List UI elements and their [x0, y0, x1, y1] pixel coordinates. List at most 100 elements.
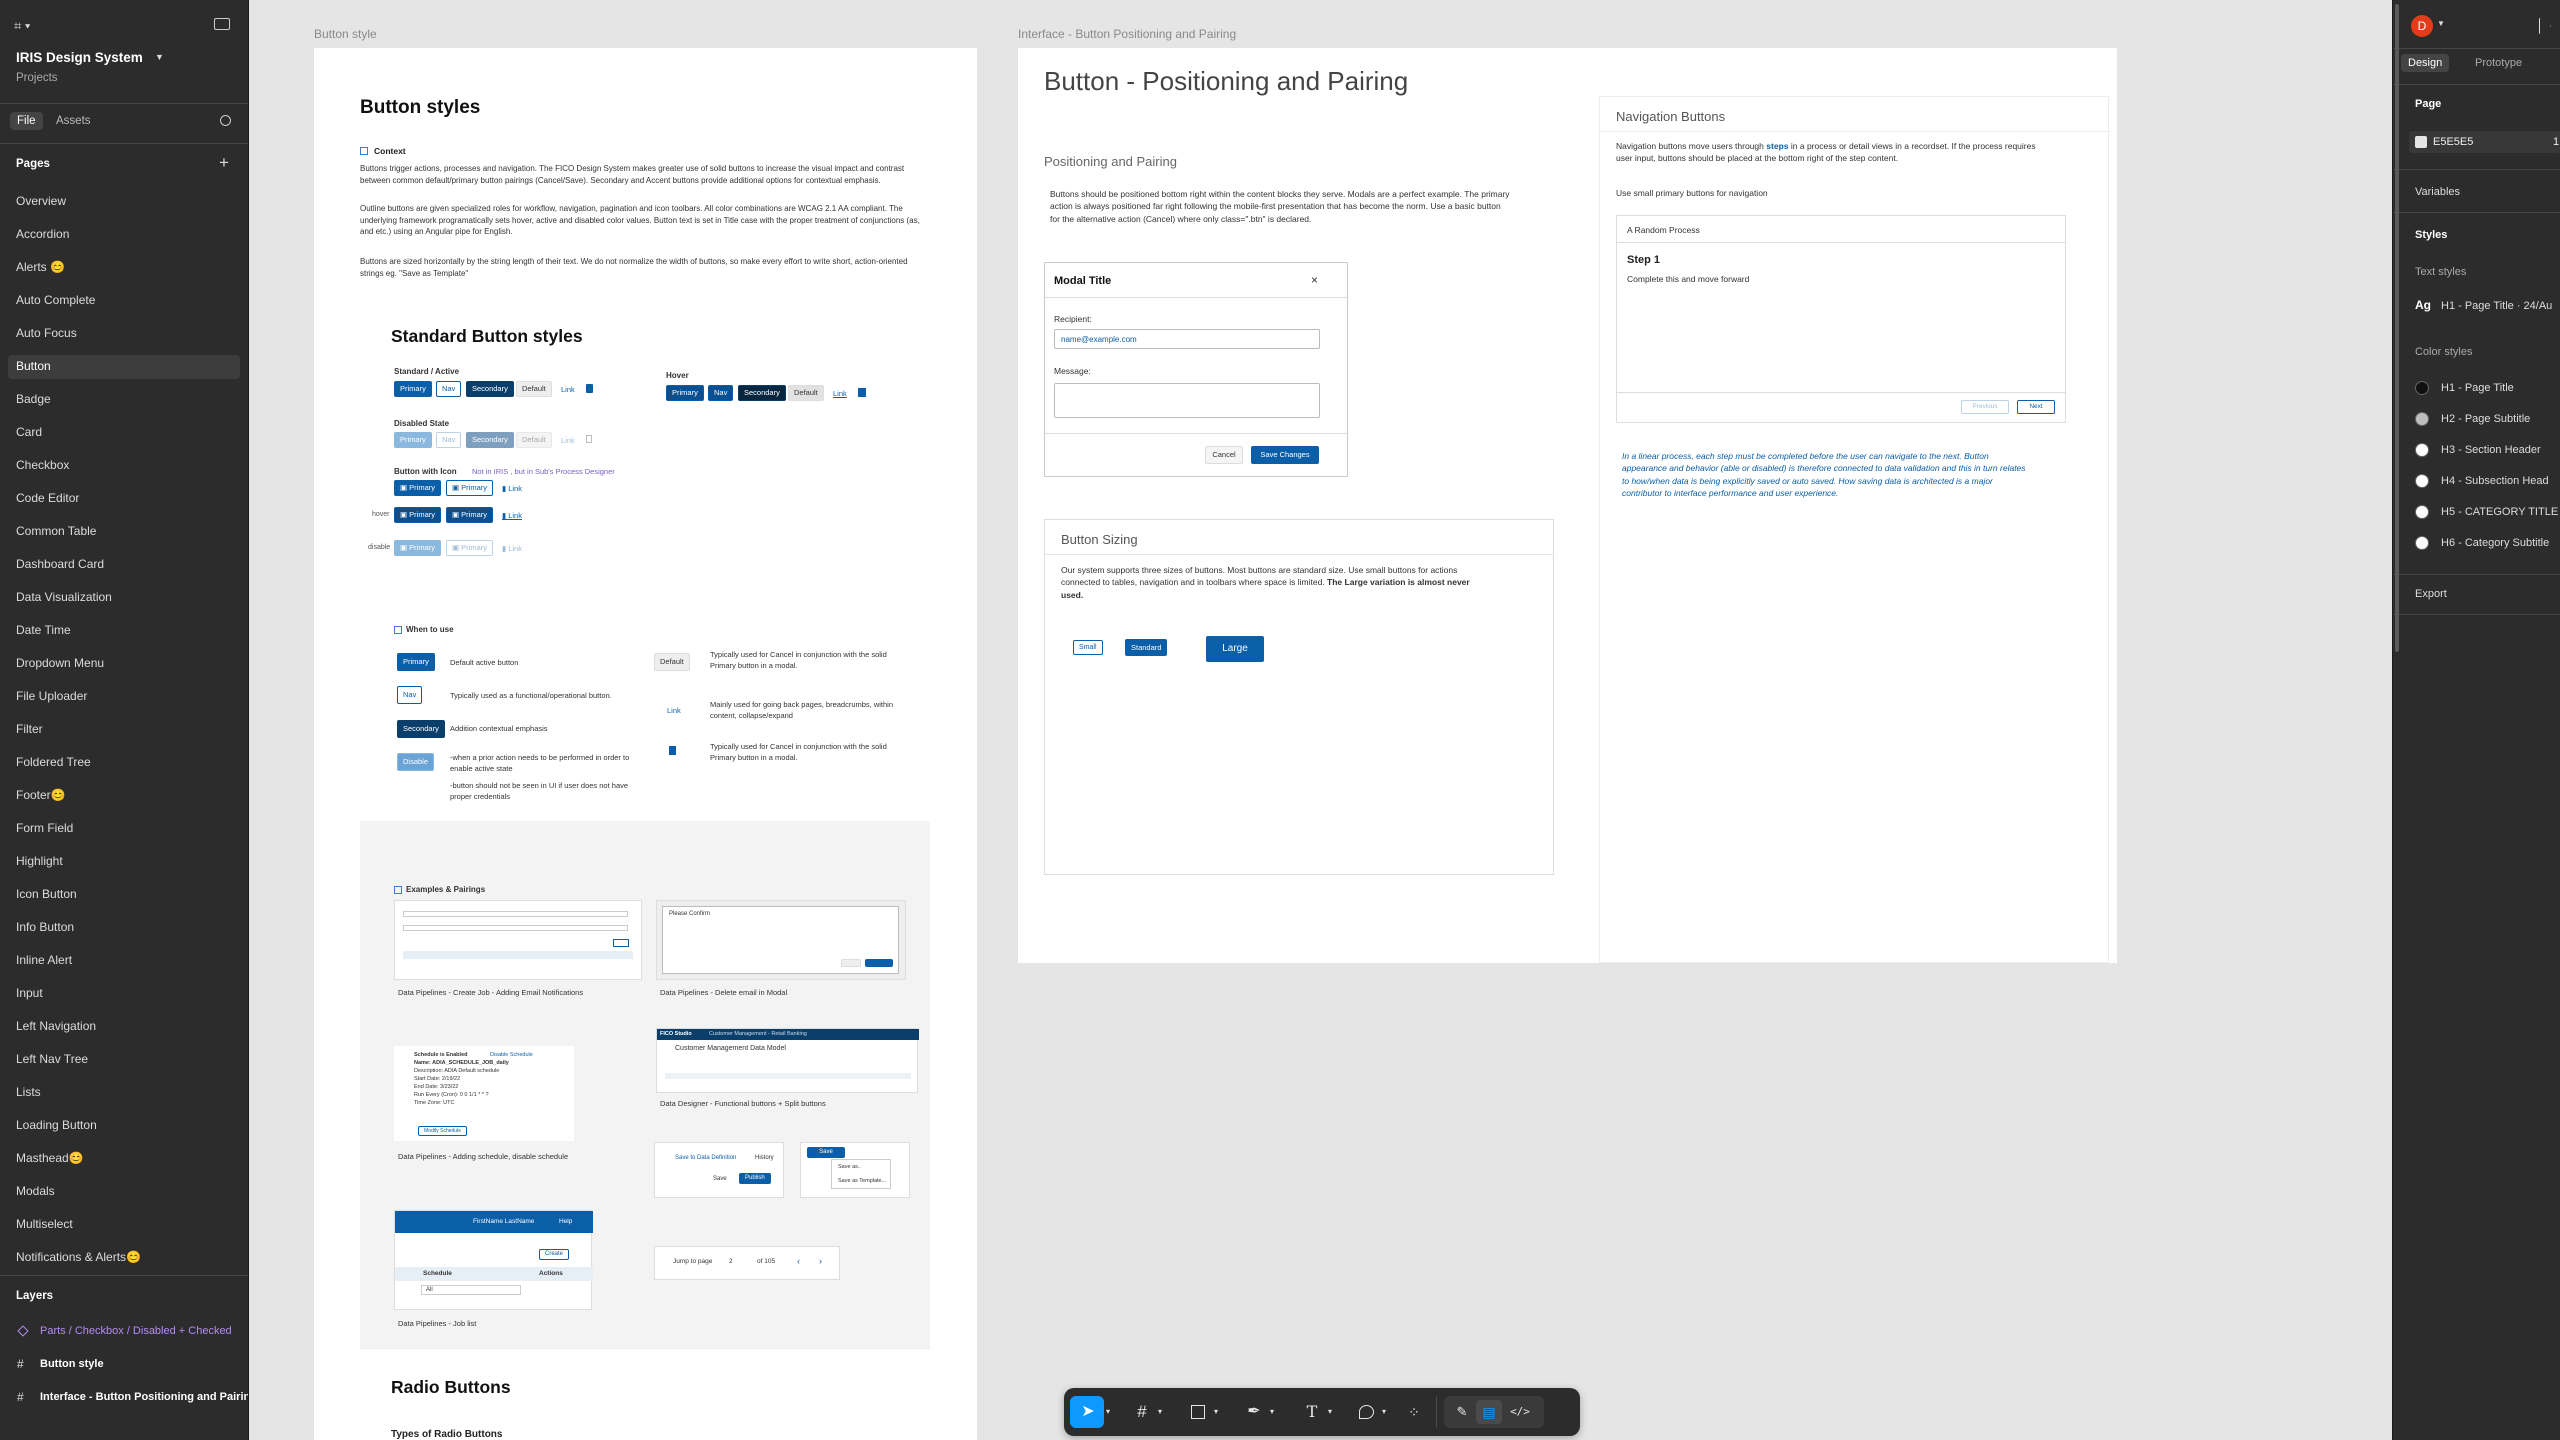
pen-tool-chevron-icon[interactable]: ▾	[1266, 1400, 1278, 1424]
sidebar-page-item[interactable]: Highlight	[16, 854, 63, 868]
frame-positioning[interactable]: Button - Positioning and Pairing Positio…	[1018, 48, 2117, 963]
sidebar-page-item[interactable]: File Uploader	[16, 689, 87, 703]
thumb-delete-email[interactable]: Please Confirm	[656, 900, 906, 980]
sidebar-page-item[interactable]: Modals	[16, 1184, 55, 1198]
sidebar-page-item[interactable]: Foldered Tree	[16, 755, 91, 769]
large-button[interactable]: Large	[1206, 636, 1264, 662]
icon-nav-button[interactable]: ▣ Primary	[446, 480, 494, 496]
sidebar-page-item[interactable]: Notifications & Alerts😊	[16, 1250, 141, 1264]
trash-icon[interactable]	[858, 388, 866, 397]
tab-assets[interactable]: Assets	[56, 115, 91, 127]
thumb-data-designer[interactable]: FICO Studio Customer Management - Retail…	[656, 1028, 919, 1093]
when-default-button[interactable]: Default	[654, 653, 690, 671]
link-button[interactable]: Link	[561, 385, 575, 394]
frame-button-style[interactable]: Button styles Context Buttons trigger ac…	[314, 48, 977, 1440]
sidebar-page-item[interactable]: Code Editor	[16, 491, 79, 505]
avatar[interactable]: D	[2411, 15, 2433, 37]
sidebar-page-item[interactable]: Badge	[16, 392, 51, 406]
nav-button-hover[interactable]: Nav	[708, 385, 734, 401]
message-field[interactable]	[1054, 383, 1320, 418]
add-page-icon[interactable]: +	[219, 153, 229, 173]
avatar-chevron-icon[interactable]: ▼	[2437, 19, 2445, 28]
thumb-pagination[interactable]: Jump to page 2 of 105 ‹ ›	[654, 1246, 840, 1280]
color-style-item[interactable]: H4 - Subsection Head	[2441, 475, 2560, 487]
draw-mode-icon[interactable]: ✎	[1450, 1400, 1474, 1424]
sidebar-page-item[interactable]: Alerts 😊	[16, 260, 65, 274]
icon-link-button-hover[interactable]: ▮ Link	[502, 511, 522, 520]
page-color-value[interactable]: E5E5E5	[2433, 136, 2473, 148]
project-title-chevron-icon[interactable]: ▼	[155, 52, 164, 62]
color-style-item[interactable]: H6 - Category Subtitle	[2441, 537, 2560, 549]
default-button-hover[interactable]: Default	[788, 385, 824, 401]
sidebar-page-item[interactable]: Dashboard Card	[16, 557, 104, 571]
toggle-sidebar-icon[interactable]	[214, 18, 230, 30]
sidebar-page-item[interactable]: Multiselect	[16, 1217, 73, 1231]
layer-item-positioning[interactable]: Interface - Button Positioning and Pairi…	[40, 1391, 248, 1403]
sidebar-page-item[interactable]: Loading Button	[16, 1118, 97, 1132]
page-opacity-value[interactable]: 1	[2553, 136, 2559, 148]
text-style-h1[interactable]: H1 - Page Title · 24/Au	[2441, 300, 2560, 312]
cancel-button[interactable]: Cancel	[1205, 446, 1243, 464]
shape-tool-icon[interactable]	[1186, 1400, 1210, 1424]
sidebar-page-item[interactable]: Button	[16, 359, 51, 373]
nav-button[interactable]: Nav	[436, 381, 462, 397]
recipient-field[interactable]: name@example.com	[1054, 329, 1320, 349]
sidebar-page-item[interactable]: Icon Button	[16, 887, 77, 901]
trash-icon[interactable]	[586, 384, 593, 393]
save-changes-button[interactable]: Save Changes	[1251, 446, 1319, 464]
sidebar-page-item[interactable]: Accordion	[16, 227, 69, 241]
move-tool-chevron-icon[interactable]: ▾	[1102, 1400, 1114, 1424]
sidebar-page-item[interactable]: Common Table	[16, 524, 96, 538]
frame-tool-chevron-icon[interactable]: ▾	[1154, 1400, 1166, 1424]
color-style-item[interactable]: H1 - Page Title	[2441, 382, 2560, 394]
right-panel-scrollbar[interactable]	[2395, 4, 2399, 652]
sidebar-page-item[interactable]: Form Field	[16, 821, 73, 835]
sidebar-page-item[interactable]: Inline Alert	[16, 953, 72, 967]
page-color-field[interactable]: E5E5E5 1	[2409, 131, 2560, 153]
sidebar-page-item[interactable]: Checkbox	[16, 458, 69, 472]
link-button-hover[interactable]: Link	[833, 389, 847, 398]
when-secondary-button[interactable]: Secondary	[397, 720, 445, 738]
design-mode-icon[interactable]: ▤	[1477, 1400, 1501, 1424]
icon-link-button[interactable]: ▮ Link	[502, 484, 522, 493]
sidebar-page-item[interactable]: Auto Complete	[16, 293, 95, 307]
sidebar-page-item[interactable]: Auto Focus	[16, 326, 77, 340]
pen-tool-icon[interactable]: ✒	[1242, 1400, 1266, 1424]
icon-nav-button-hover[interactable]: ▣ Primary	[446, 507, 494, 523]
move-tool-icon[interactable]: ➤	[1076, 1400, 1100, 1424]
trash-icon[interactable]	[669, 746, 676, 755]
export-label[interactable]: Export	[2415, 588, 2447, 600]
sidebar-page-item[interactable]: Lists	[16, 1085, 41, 1099]
sidebar-page-item[interactable]: Info Button	[16, 920, 74, 934]
comment-tool-icon[interactable]	[1354, 1400, 1378, 1424]
thumb-schedule[interactable]: Schedule is Enabled Name: ADIA_SCHEDULE_J…	[394, 1046, 574, 1141]
frame-label-button-style[interactable]: Button style	[314, 27, 377, 41]
thumb-split-button[interactable]: Save Save as.. Save as Template...	[800, 1142, 910, 1198]
nav-steps-link[interactable]: steps	[1766, 141, 1788, 151]
sidebar-page-item[interactable]: Date Time	[16, 623, 71, 637]
sidebar-page-item[interactable]: Footer😊	[16, 788, 66, 802]
thumb-save-history[interactable]: Save to Data Definition History Save Pub…	[654, 1142, 784, 1198]
icon-primary-button[interactable]: ▣ Primary	[394, 480, 442, 496]
text-tool-chevron-icon[interactable]: ▾	[1324, 1400, 1336, 1424]
sidebar-page-item[interactable]: Overview	[16, 194, 66, 208]
standard-button[interactable]: Standard	[1125, 639, 1168, 656]
layer-item-button-style[interactable]: Button style	[40, 1358, 104, 1370]
thumb-create-job[interactable]	[394, 900, 642, 980]
primary-button-hover[interactable]: Primary	[666, 385, 704, 401]
color-style-item[interactable]: H2 - Page Subtitle	[2441, 413, 2560, 425]
sidebar-page-item[interactable]: Left Nav Tree	[16, 1052, 88, 1066]
sidebar-page-item[interactable]: Data Visualization	[16, 590, 112, 604]
text-tool-icon[interactable]: T	[1300, 1400, 1324, 1424]
sidebar-page-item[interactable]: Filter	[16, 722, 43, 736]
color-style-item[interactable]: H3 - Section Header	[2441, 444, 2560, 456]
project-subtitle[interactable]: Projects	[16, 72, 58, 84]
sidebar-page-item[interactable]: Card	[16, 425, 42, 439]
sidebar-page-item[interactable]: Dropdown Menu	[16, 656, 104, 670]
tab-prototype[interactable]: Prototype	[2475, 57, 2522, 69]
secondary-button[interactable]: Secondary	[466, 381, 514, 397]
when-link-button[interactable]: Link	[667, 706, 681, 715]
variables-label[interactable]: Variables	[2415, 186, 2460, 198]
search-icon[interactable]	[220, 115, 231, 126]
sidebar-page-item[interactable]: Masthead😊	[16, 1151, 84, 1165]
